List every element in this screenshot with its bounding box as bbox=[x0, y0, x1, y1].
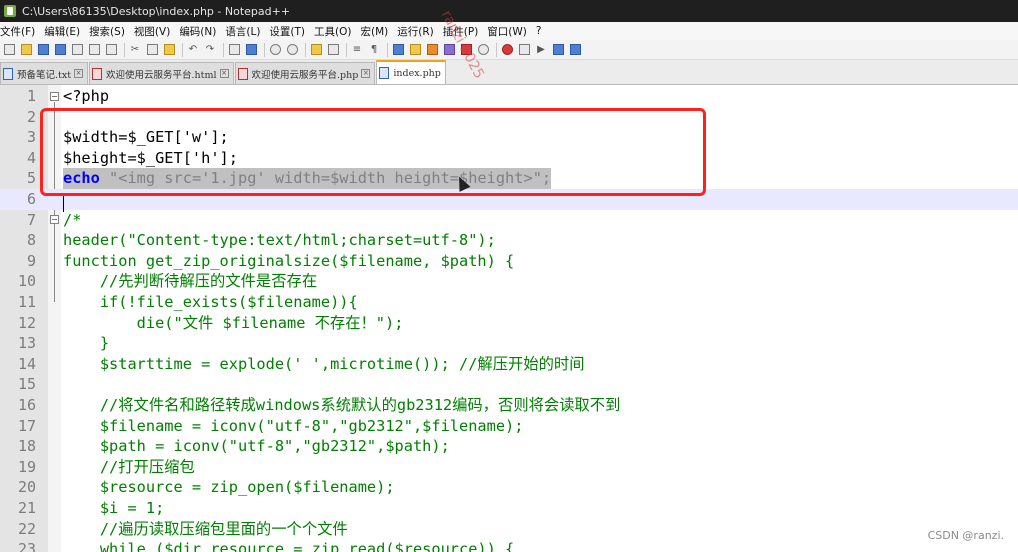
code-line: 13 } bbox=[17, 334, 110, 353]
code-line: 11 if(!file_exists($filename)){ bbox=[17, 293, 358, 311]
menu-language[interactable]: 语言(L) bbox=[225, 24, 264, 39]
code-line: 23 while ($dir_resource = zip_read($reso… bbox=[17, 540, 515, 552]
menu-bar: 文件(F) 编辑(E) 搜索(S) 视图(V) 编码(N) 语言(L) 设置(T… bbox=[0, 22, 1018, 40]
indent-guide-icon[interactable] bbox=[391, 43, 405, 57]
stop-macro-icon[interactable] bbox=[517, 43, 531, 57]
toolbar-separator bbox=[182, 42, 183, 57]
zoom-out-icon[interactable] bbox=[285, 43, 299, 57]
menu-encoding[interactable]: 编码(N) bbox=[179, 24, 220, 39]
tab-close-icon[interactable]: × bbox=[361, 69, 371, 78]
save-icon[interactable] bbox=[36, 43, 50, 57]
tab-bar: 预备笔记.txt × 欢迎使用云服务平台.html × 欢迎使用云服务平台.ph… bbox=[0, 60, 1018, 85]
menu-view[interactable]: 视图(V) bbox=[134, 24, 174, 39]
paste-icon[interactable] bbox=[162, 43, 176, 57]
menu-help[interactable]: ? bbox=[536, 25, 546, 37]
code-line: 16 //将文件名和路径转成windows系统默认的gb2312编码，否则将会读… bbox=[17, 396, 621, 414]
code-line: 9 function get_zip_originalsize($filenam… bbox=[26, 251, 515, 270]
menu-tools[interactable]: 工具(O) bbox=[314, 24, 355, 39]
code-line: 21 $i = 1; bbox=[17, 499, 165, 517]
code-line: 18 $path = iconv("utf-8","gb2312",$path)… bbox=[17, 437, 450, 456]
code-line: 17 $filename = iconv("utf-8","gb2312",$f… bbox=[17, 416, 524, 435]
close-all-icon[interactable] bbox=[87, 43, 101, 57]
toolbar-separator bbox=[346, 42, 347, 57]
code-line: 14 $starttime = explode(' ',microtime())… bbox=[17, 354, 585, 373]
copy-icon[interactable] bbox=[145, 43, 159, 57]
show-all-characters-icon[interactable]: ¶ bbox=[367, 43, 381, 57]
text-caret bbox=[63, 196, 64, 212]
file-icon bbox=[3, 67, 13, 80]
tab-label: index.php bbox=[393, 67, 441, 79]
play-macro-multiple-icon[interactable] bbox=[551, 43, 565, 57]
open-file-icon[interactable] bbox=[19, 43, 33, 57]
tab-label: 预备笔记.txt bbox=[17, 69, 72, 81]
tab-index-php[interactable]: index.php bbox=[376, 60, 446, 84]
code-line: 10 //先判断待解压的文件是否存在 bbox=[17, 272, 318, 291]
toolbar-separator bbox=[223, 42, 224, 57]
menu-search[interactable]: 搜索(S) bbox=[89, 24, 129, 39]
tab-welcome-html[interactable]: 欢迎使用云服务平台.html × bbox=[89, 62, 234, 84]
zoom-in-icon[interactable] bbox=[268, 43, 282, 57]
fold-collapse-icon[interactable]: − bbox=[50, 215, 59, 224]
toolbar-separator bbox=[496, 42, 497, 57]
code-line: 22 //遍历读取压缩包里面的一个个文件 bbox=[17, 519, 348, 538]
toolbar-separator bbox=[305, 42, 306, 57]
highlight-annotation-box bbox=[40, 108, 706, 196]
cut-icon[interactable]: ✂ bbox=[128, 43, 142, 57]
sync-horizontal-icon[interactable] bbox=[326, 43, 340, 57]
redo-icon[interactable]: ↷ bbox=[203, 43, 217, 57]
toolbar-separator bbox=[264, 42, 265, 57]
tab-label: 欢迎使用云服务平台.php bbox=[251, 69, 359, 81]
function-list-icon[interactable] bbox=[425, 43, 439, 57]
code-line: 15 bbox=[17, 375, 36, 394]
word-wrap-icon[interactable]: ≡ bbox=[350, 43, 364, 57]
menu-window[interactable]: 窗口(W) bbox=[487, 24, 531, 39]
code-line: 12 die("文件 $filename 不存在！"); bbox=[17, 313, 404, 332]
play-macro-icon[interactable]: ▶ bbox=[534, 43, 548, 57]
tab-welcome-php[interactable]: 欢迎使用云服务平台.php × bbox=[234, 62, 376, 84]
save-all-icon[interactable] bbox=[53, 43, 67, 57]
doc-map-icon[interactable] bbox=[408, 43, 422, 57]
tab-close-icon[interactable]: × bbox=[74, 69, 84, 78]
tab-label: 欢迎使用云服务平台.html bbox=[106, 69, 217, 81]
file-icon bbox=[379, 67, 390, 79]
window-title: C:\Users\86135\Desktop\index.php - Notep… bbox=[22, 4, 291, 18]
save-macro-icon[interactable] bbox=[568, 43, 582, 57]
menu-run[interactable]: 运行(R) bbox=[397, 24, 438, 39]
record-macro-icon[interactable] bbox=[500, 43, 514, 57]
code-line: 19 //打开压缩包 bbox=[17, 457, 195, 476]
toolbar-separator bbox=[387, 42, 388, 57]
monitor-icon[interactable] bbox=[476, 43, 490, 57]
code-line: 8 header("Content-type:text/html;charset… bbox=[26, 231, 496, 250]
sync-vertical-icon[interactable] bbox=[309, 43, 323, 57]
file-icon bbox=[237, 67, 248, 80]
tab-notes-txt[interactable]: 预备笔记.txt × bbox=[0, 62, 89, 84]
toolbar-separator bbox=[124, 42, 125, 57]
code-line: 1 <?php bbox=[26, 87, 110, 105]
replace-icon[interactable] bbox=[244, 43, 258, 57]
close-icon[interactable] bbox=[70, 43, 84, 57]
menu-edit[interactable]: 编辑(E) bbox=[44, 24, 84, 39]
toolbar: ✂ ↶ ↷ ≡ ¶ ▶ bbox=[0, 40, 1018, 60]
menu-macro[interactable]: 宏(M) bbox=[361, 24, 393, 39]
csdn-watermark: CSDN @ranzi. bbox=[927, 529, 1004, 542]
fold-collapse-icon[interactable]: − bbox=[50, 92, 59, 101]
tab-close-icon[interactable]: × bbox=[219, 69, 229, 78]
code-line: 20 $resource = zip_open($filename); bbox=[17, 478, 395, 497]
code-line: 7 /* bbox=[26, 210, 82, 229]
file-icon bbox=[92, 67, 103, 80]
notepad-plus-plus-icon bbox=[4, 5, 16, 17]
print-icon[interactable] bbox=[104, 43, 118, 57]
find-icon[interactable] bbox=[227, 43, 241, 57]
title-bar: C:\Users\86135\Desktop\index.php - Notep… bbox=[0, 0, 1018, 22]
undo-icon[interactable]: ↶ bbox=[186, 43, 200, 57]
new-file-icon[interactable] bbox=[2, 43, 16, 57]
menu-file[interactable]: 文件(F) bbox=[0, 24, 39, 39]
menu-settings[interactable]: 设置(T) bbox=[269, 24, 309, 39]
